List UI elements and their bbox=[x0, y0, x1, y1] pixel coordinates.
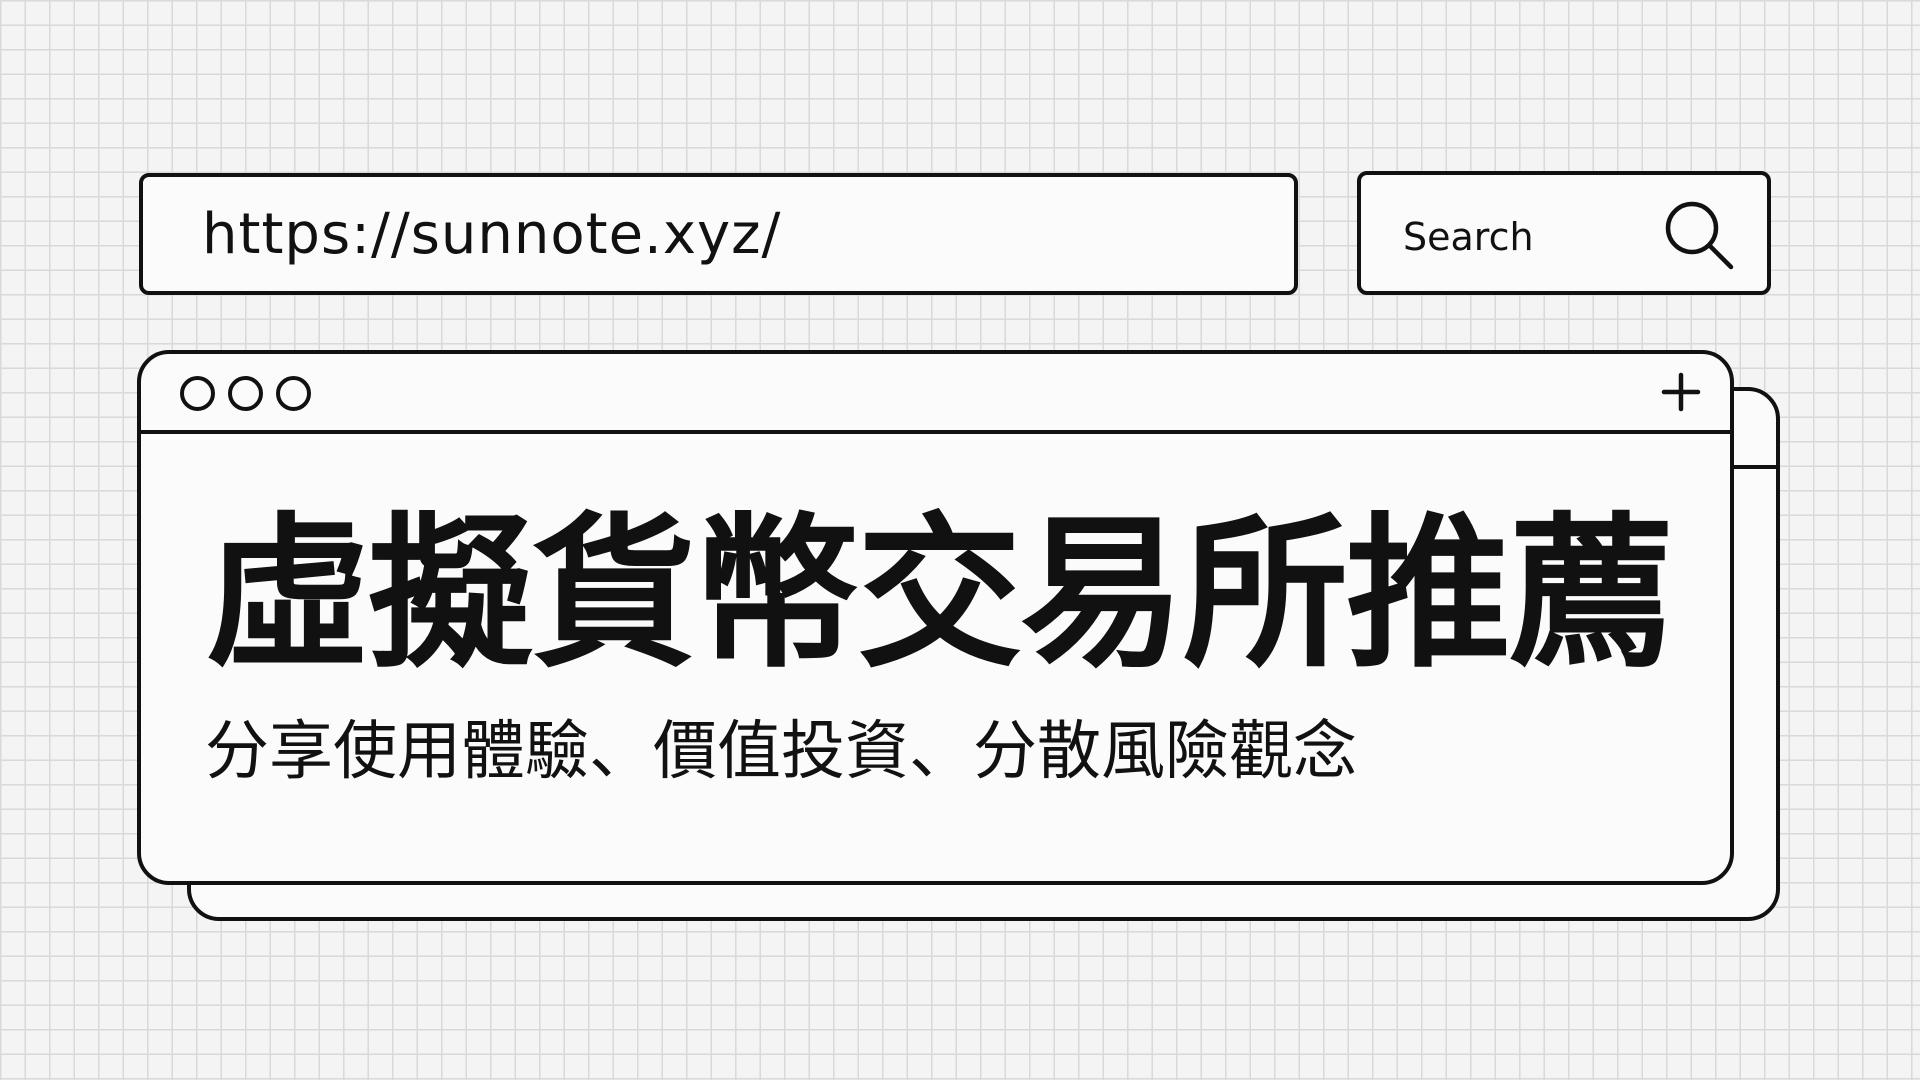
page-headline: 虛擬貨幣交易所推薦 bbox=[205, 498, 1674, 690]
search-box[interactable]: Search bbox=[1357, 171, 1771, 295]
address-bar[interactable]: https://sunnote.xyz/ bbox=[139, 173, 1298, 295]
browser-window: 虛擬貨幣交易所推薦 分享使用體驗、價值投資、分散風險觀念 bbox=[137, 350, 1734, 885]
url-text: https://sunnote.xyz/ bbox=[202, 202, 782, 267]
window-titlebar bbox=[141, 354, 1730, 434]
page-subtitle: 分享使用體驗、價值投資、分散風險觀念 bbox=[205, 715, 1357, 789]
window-control-dot[interactable] bbox=[180, 376, 215, 411]
window-control-dot[interactable] bbox=[276, 376, 311, 411]
search-label: Search bbox=[1403, 215, 1534, 259]
search-icon[interactable] bbox=[1661, 197, 1737, 273]
plus-icon[interactable] bbox=[1661, 372, 1701, 412]
window-control-dot[interactable] bbox=[228, 376, 263, 411]
